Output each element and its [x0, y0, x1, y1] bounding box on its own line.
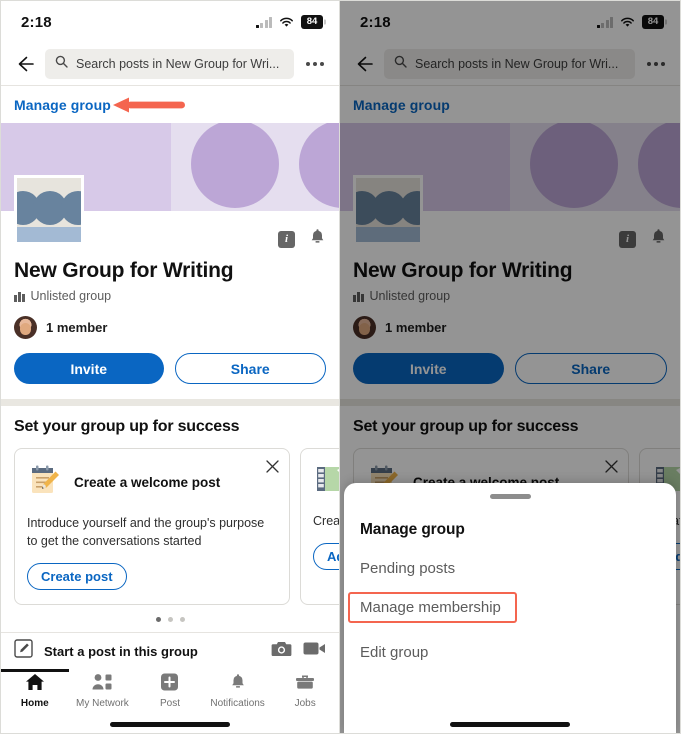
bottom-navigation: Home My Network Post Notifications Jobs: [1, 669, 339, 716]
left-phone-panel: 2:18 84 Search posts in New Group for Wr…: [0, 0, 340, 734]
nav-item-home[interactable]: Home: [1, 669, 69, 715]
home-indicator: [1, 715, 339, 728]
setup-card-description: Create posts: [313, 514, 339, 528]
cell-signal-icon: [255, 16, 272, 28]
post-composer-bar[interactable]: Start a post in this group: [1, 633, 339, 670]
red-arrow-annotation: [113, 96, 185, 114]
create-post-button[interactable]: Create post: [27, 563, 127, 591]
page-title: New Group for Writing: [14, 259, 234, 282]
nav-label: Jobs: [294, 698, 316, 710]
search-icon: [55, 55, 68, 73]
manage-group-row: Manage group: [1, 86, 339, 123]
status-bar: 2:18 84: [1, 1, 339, 43]
setup-card-create-posts[interactable]: Create posts Add: [300, 448, 339, 606]
setup-card-welcome-post[interactable]: Create a welcome post Introduce yourself…: [14, 448, 290, 606]
post-plus-icon: [160, 673, 179, 696]
nav-item-my-network[interactable]: My Network: [69, 673, 137, 715]
compose-pencil-icon[interactable]: [14, 639, 33, 663]
setup-success-section: Set your group up for success: [1, 406, 339, 633]
group-members-row[interactable]: 1 member: [14, 316, 326, 339]
search-placeholder-text: Search posts in New Group for Wri...: [76, 57, 280, 71]
info-icon[interactable]: i: [278, 230, 295, 248]
sheet-item-edit-group[interactable]: Edit group: [360, 644, 428, 661]
manage-group-bottom-sheet: Manage group Pending posts Manage member…: [344, 483, 676, 733]
setup-card-carousel[interactable]: Create a welcome post Introduce yourself…: [1, 436, 339, 606]
share-button[interactable]: Share: [174, 353, 326, 384]
battery-indicator: 84: [301, 15, 323, 29]
setup-card-title: Create a welcome post: [74, 475, 221, 490]
sheet-item-manage-membership[interactable]: Manage membership: [348, 592, 517, 623]
nav-label: Home: [20, 698, 49, 710]
screenshot-stage: 2:18 84 Search posts in New Group for Wr…: [0, 0, 681, 734]
back-arrow-icon[interactable]: [13, 53, 35, 75]
notification-bell-icon[interactable]: [309, 228, 326, 251]
search-header: Search posts in New Group for Wri...: [1, 43, 339, 85]
bell-icon: [229, 673, 247, 696]
setup-card-description: Introduce yourself and the group's purpo…: [27, 516, 265, 549]
nav-label: Notifications: [210, 698, 265, 710]
section-separator: [1, 399, 339, 406]
wifi-icon: [279, 17, 294, 28]
sheet-title: Manage group: [360, 521, 465, 538]
nav-item-post[interactable]: Post: [136, 673, 204, 715]
group-privacy-label: Unlisted group: [30, 289, 112, 303]
member-count-label: 1 member: [46, 320, 108, 335]
home-indicator: [344, 722, 676, 727]
nav-item-jobs[interactable]: Jobs: [271, 673, 339, 715]
green-chart-icon: [313, 462, 339, 501]
search-input[interactable]: Search posts in New Group for Wri...: [45, 49, 294, 79]
invite-button[interactable]: Invite: [14, 353, 164, 384]
nav-label: Post: [159, 698, 180, 710]
manage-group-link[interactable]: Manage group: [14, 97, 111, 113]
status-indicators: 84: [255, 15, 323, 29]
camera-icon[interactable]: [271, 640, 292, 663]
nav-label: My Network: [75, 698, 129, 710]
member-avatar: [14, 316, 37, 339]
nav-item-notifications[interactable]: Notifications: [204, 673, 272, 715]
memo-pencil-icon: [27, 462, 63, 503]
video-camera-icon[interactable]: [303, 641, 326, 661]
status-time: 2:18: [21, 13, 52, 31]
add-button[interactable]: Add: [313, 543, 339, 571]
composer-label: Start a post in this group: [44, 643, 198, 659]
group-identity-section: i New Group for Writing Unlisted group 1…: [1, 175, 339, 399]
unlisted-group-icon: [14, 291, 25, 302]
close-icon[interactable]: [266, 460, 279, 478]
carousel-pager[interactable]: [1, 605, 339, 632]
active-tab-indicator: [1, 669, 69, 672]
my-network-icon: [91, 673, 113, 696]
drag-handle-icon[interactable]: [360, 483, 660, 499]
briefcase-icon: [295, 673, 315, 696]
group-logo-image: [14, 175, 84, 245]
kebab-menu-icon[interactable]: [304, 58, 326, 70]
group-cta-row: Invite Share: [14, 353, 326, 399]
group-privacy: Unlisted group: [14, 289, 326, 303]
setup-heading: Set your group up for success: [14, 418, 240, 435]
sheet-item-pending-posts[interactable]: Pending posts: [360, 560, 455, 577]
right-phone-panel: 2:18 84 Search posts in New Group for Wr…: [340, 0, 681, 734]
home-icon: [25, 673, 45, 696]
